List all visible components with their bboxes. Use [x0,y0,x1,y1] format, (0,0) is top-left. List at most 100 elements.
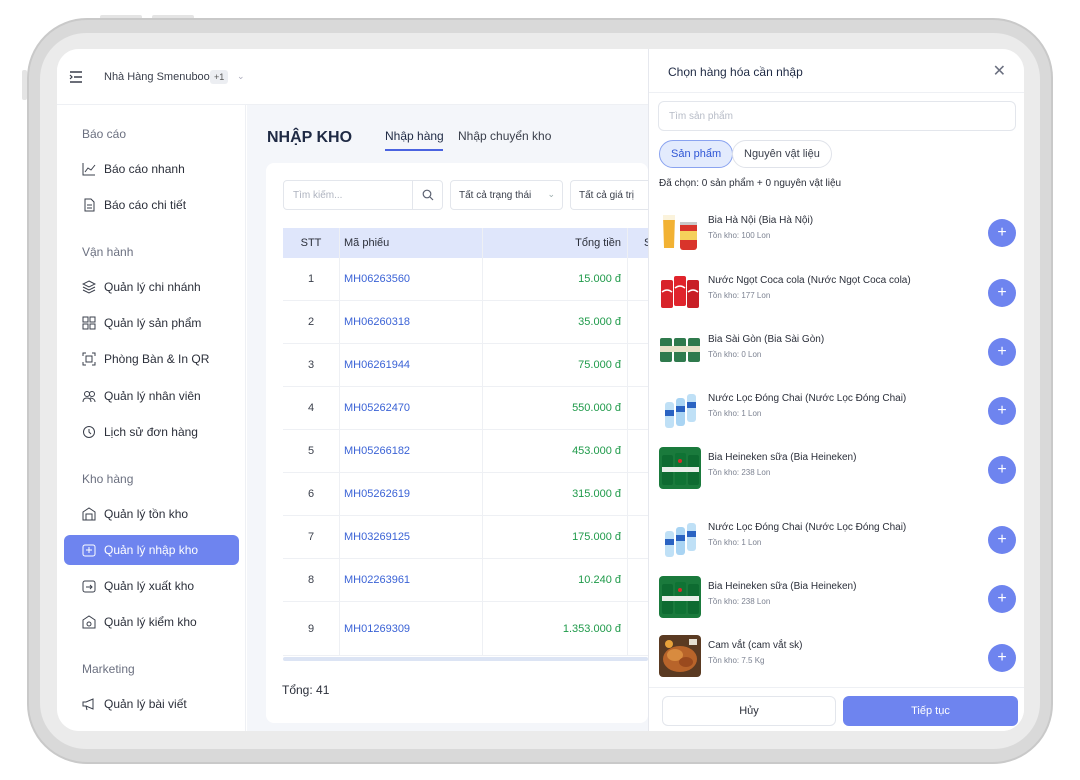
product-image [659,517,701,559]
selected-summary: Đã chọn: 0 sản phẩm + 0 nguyên vật liệu [659,178,842,189]
product-image [659,576,701,618]
close-icon[interactable]: ✕ [993,61,1006,81]
product-item: Nước Lọc Đóng Chai (Nước Lọc Đóng Chai) … [649,514,1024,570]
receipt-code-link[interactable]: MH06261944 [344,359,410,371]
receipt-code-link[interactable]: MH05262470 [344,402,410,414]
table-row[interactable]: 3 MH06261944 75.000 đ [283,344,648,387]
sidebar-item-export[interactable]: Quản lý xuất kho [64,571,239,601]
sidebar-item-label: Quản lý nhân viên [104,389,201,403]
tab-transfer-import[interactable]: Nhập chuyển kho [458,129,551,143]
table-row[interactable]: 8 MH02263961 10.240 đ [283,559,648,602]
continue-button[interactable]: Tiếp tục [843,696,1018,726]
status-filter-value: Tất cả trạng thái [459,190,532,201]
store-name[interactable]: Nhà Hàng Smenubook [104,71,215,83]
horizontal-scrollbar[interactable] [283,657,648,661]
add-product-button[interactable]: + [988,279,1016,307]
sidebar-item-branches[interactable]: Quản lý chi nhánh [64,272,239,302]
add-product-button[interactable]: + [988,644,1016,672]
sidebar-item-label: Quản lý nhập kho [104,543,199,557]
column-header-code: Mã phiếu [344,237,390,249]
active-tab-indicator [385,149,443,151]
users-icon [82,391,96,403]
sidebar-item-staff[interactable]: Quản lý nhân viên [64,381,239,411]
value-filter[interactable]: Tất cả giá trị [570,180,648,210]
add-product-button[interactable]: + [988,456,1016,484]
chevron-down-icon[interactable]: ⌄ [237,71,245,82]
table-row[interactable]: 6 MH05262619 315.000 đ [283,473,648,516]
product-name: Cam vắt (cam vắt sk) [708,640,803,651]
sidebar-item-label: Phòng Bàn & In QR [104,352,210,366]
product-item: Bia Sài Gòn (Bia Sài Gòn) Tồn kho: 0 Lon… [649,326,1024,382]
sidebar-item-stock-check[interactable]: Quản lý kiểm kho [64,607,239,637]
row-total: 10.240 đ [578,574,621,586]
product-image [659,329,701,371]
table-row[interactable]: 5 MH05266182 453.000 đ [283,430,648,473]
sidebar-item-order-history[interactable]: Lịch sử đơn hàng [64,417,239,447]
sidebar-item-label: Báo cáo chi tiết [104,198,187,212]
product-item: Nước Lọc Đóng Chai (Nước Lọc Đóng Chai) … [649,385,1024,441]
table-row[interactable]: 7 MH03269125 175.000 đ [283,516,648,559]
add-product-button[interactable]: + [988,338,1016,366]
sidebar-item-label: Quản lý kiểm kho [104,615,197,629]
document-icon [84,198,95,212]
receipt-code-link[interactable]: MH06263560 [344,273,410,285]
sidebar-item-detail-report[interactable]: Báo cáo chi tiết [64,190,239,220]
sidebar-item-inventory[interactable]: Quản lý tồn kho [64,499,239,529]
receipt-code-link[interactable]: MH06260318 [344,316,410,328]
sidebar-item-posts[interactable]: Quản lý bài viết [64,689,239,719]
row-total: 15.000 đ [578,273,621,285]
chip-products[interactable]: Sản phẩm [659,140,734,168]
sidebar-item-tables-qr[interactable]: Phòng Bàn & In QR [64,344,239,374]
cancel-button[interactable]: Hủy [662,696,836,726]
receipt-code-link[interactable]: MH05266182 [344,445,410,457]
product-stock: Tồn kho: 177 Lon [708,291,771,300]
sidebar-item-products[interactable]: Quản lý sản phẩm [64,308,239,338]
table-row[interactable]: 1 MH06263560 15.000 đ [283,258,648,301]
add-product-button[interactable]: + [988,397,1016,425]
table-row[interactable]: 9 MH01269309 1.353.000 đ [283,606,648,656]
product-search-input[interactable]: Tìm sản phẩm [658,101,1016,131]
search-icon [422,189,433,201]
search-input[interactable]: Tìm kiếm... [283,180,443,210]
product-name: Nước Ngọt Coca cola (Nước Ngọt Coca cola… [708,275,911,286]
row-total: 1.353.000 đ [562,623,621,635]
divider [649,92,1024,93]
sidebar-item-label: Quản lý chi nhánh [104,280,201,294]
add-product-button[interactable]: + [988,585,1016,613]
product-picker-panel: Chọn hàng hóa cần nhập ✕ Tìm sản phẩm Sả… [648,49,1024,731]
sidebar-item-label: Quản lý xuất kho [104,579,195,593]
sidebar-item-label: Quản lý bài viết [104,697,187,711]
product-image [659,270,701,312]
app-screen: Nhà Hàng Smenubook +1 ⌄ Báo cáo Báo cáo … [57,49,1024,731]
total-count: Tổng: 41 [282,683,330,697]
status-filter[interactable]: Tất cả trạng thái ⌄ [450,180,563,210]
receipt-code-link[interactable]: MH05262619 [344,488,410,500]
chip-materials[interactable]: Nguyên vật liệu [732,140,832,168]
product-item: Nước Ngọt Coca cola (Nước Ngọt Coca cola… [649,267,1024,323]
product-item: Bia Hà Nội (Bia Hà Nội) Tồn kho: 100 Lon… [649,207,1024,263]
product-image [659,388,701,430]
table-row[interactable]: 4 MH05262470 550.000 đ [283,387,648,430]
product-name: Nước Lọc Đóng Chai (Nước Lọc Đóng Chai) [708,522,907,533]
sidebar-item-quick-report[interactable]: Báo cáo nhanh [64,154,239,184]
search-button[interactable] [412,181,442,209]
receipt-code-link[interactable]: MH03269125 [344,531,410,543]
menu-collapse-icon[interactable] [69,70,83,84]
row-total: 550.000 đ [572,402,621,414]
table-row[interactable]: 2 MH06260318 35.000 đ [283,301,648,344]
product-stock: Tồn kho: 100 Lon [708,231,771,240]
row-total: 315.000 đ [572,488,621,500]
tab-import[interactable]: Nhập hàng [385,129,444,143]
add-product-button[interactable]: + [988,526,1016,554]
row-total: 453.000 đ [572,445,621,457]
add-product-button[interactable]: + [988,219,1016,247]
product-stock: Tồn kho: 7.5 Kg [708,656,765,665]
sidebar-item-import[interactable]: Quản lý nhập kho [64,535,239,565]
receipts-card: Tìm kiếm... Tất cả trạng thái ⌄ Tất cả g… [266,163,651,723]
sidebar-item-label: Quản lý tồn kho [104,507,189,521]
product-image [659,635,701,677]
panel-title: Chọn hàng hóa cần nhập [668,65,803,79]
main-content: NHẬP KHO Nhập hàng Nhập chuyển kho Tìm k… [247,105,651,731]
receipt-code-link[interactable]: MH02263961 [344,574,410,586]
receipt-code-link[interactable]: MH01269309 [344,623,410,635]
